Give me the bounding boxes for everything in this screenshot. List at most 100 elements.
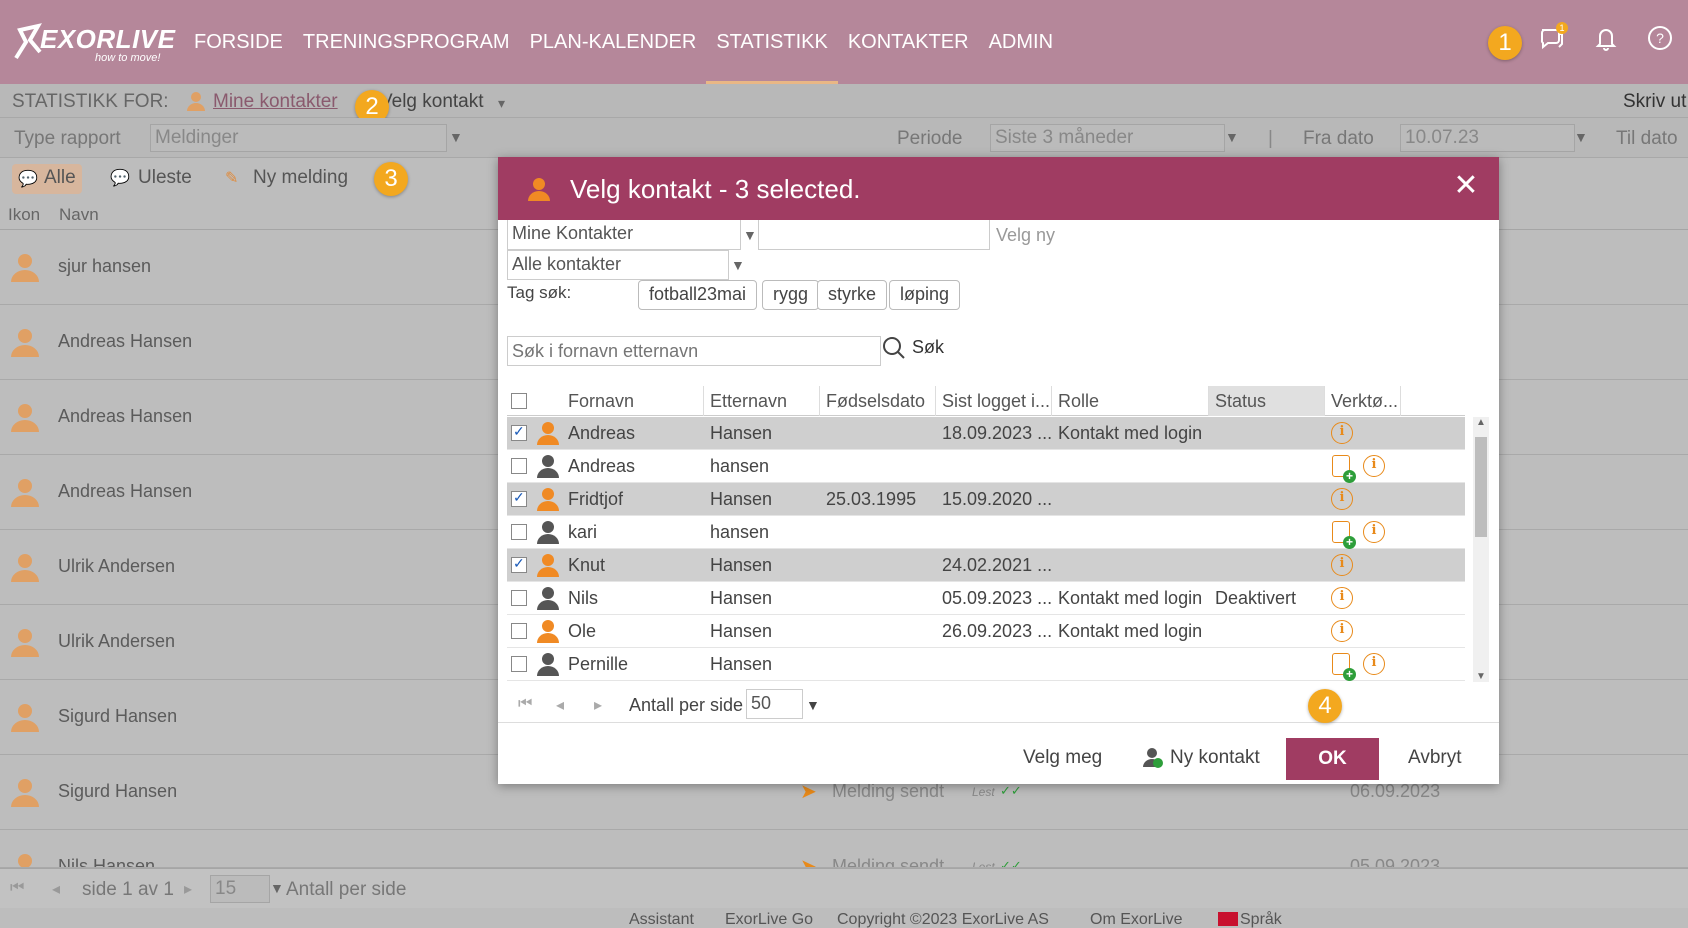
cell-firstname: Andreas xyxy=(568,456,636,476)
row-checkbox[interactable] xyxy=(511,590,527,606)
column-lastname[interactable]: Etternavn xyxy=(704,386,820,416)
row-checkbox[interactable] xyxy=(511,423,527,441)
table-row[interactable]: Andreas Hansen 18.09.2023 ...Kontakt med l… xyxy=(507,417,1465,450)
from-date-input[interactable]: 10.07.23 xyxy=(1400,124,1575,152)
tab-new-message[interactable]: Ny melding xyxy=(253,167,348,189)
next-page-icon[interactable]: ▸ xyxy=(594,695,602,715)
table-row[interactable]: kari hansen i xyxy=(507,516,1465,549)
my-contacts-link[interactable]: Mine kontakter xyxy=(213,91,338,113)
chevron-down-icon[interactable]: ▾ xyxy=(498,95,505,112)
nav-forside[interactable]: FORSIDE xyxy=(184,0,293,84)
bell-icon[interactable] xyxy=(1590,22,1622,54)
close-icon[interactable]: ✕ xyxy=(1451,171,1481,201)
chevron-down-icon[interactable]: ▼ xyxy=(449,129,463,145)
info-icon[interactable]: i xyxy=(1363,653,1385,675)
report-type-select[interactable]: Meldinger xyxy=(150,124,447,152)
grid-scrollbar[interactable]: ▲ ▼ xyxy=(1473,417,1489,682)
select-all-checkbox[interactable] xyxy=(511,393,527,409)
all-contacts-select[interactable]: Alle kontakter xyxy=(507,250,729,280)
exorlive-logo[interactable]: EXORLIVE how to move! xyxy=(10,18,175,70)
prev-page-icon[interactable]: ◂ xyxy=(556,695,564,715)
info-icon[interactable]: i xyxy=(1363,455,1385,477)
first-page-icon[interactable]: ⏮ xyxy=(518,695,532,713)
footer-exorlive-go[interactable]: ExorLive Go xyxy=(725,911,813,928)
info-icon[interactable]: i xyxy=(1363,521,1385,543)
footer-assistant[interactable]: Assistant xyxy=(629,911,694,928)
help-icon[interactable]: ? xyxy=(1644,22,1676,54)
tag-chip[interactable]: løping xyxy=(889,280,961,310)
first-page-icon[interactable]: ⏮ xyxy=(10,879,24,897)
chevron-down-icon[interactable]: ▼ xyxy=(743,227,757,243)
add-program-icon[interactable] xyxy=(1332,455,1356,483)
list-item[interactable]: Nils Hansen ➤ Melding sendt Lest ✓✓ 05.09.202… xyxy=(0,830,1688,868)
nav-statistikk[interactable]: STATISTIKK xyxy=(706,0,838,84)
per-page-input[interactable]: 50 xyxy=(746,689,803,719)
tab-all[interactable]: 💬 Alle xyxy=(12,164,82,194)
chevron-down-icon[interactable]: ▼ xyxy=(806,697,820,713)
add-program-icon[interactable] xyxy=(1332,653,1356,681)
nav-plan-kalender[interactable]: PLAN-KALENDER xyxy=(520,0,707,84)
prev-page-icon[interactable]: ◂ xyxy=(52,879,60,899)
search-icon[interactable] xyxy=(882,336,906,360)
nav-admin[interactable]: ADMIN xyxy=(979,0,1063,84)
table-row[interactable]: Knut Hansen 24.02.2021 ... i xyxy=(507,549,1465,582)
name-search-input[interactable] xyxy=(507,336,881,366)
table-row[interactable]: Nils Hansen 05.09.2023 ... Kontakt med logi… xyxy=(507,582,1465,615)
footer-language[interactable]: Språk xyxy=(1240,911,1282,928)
column-status[interactable]: Status xyxy=(1209,386,1325,416)
table-row[interactable]: Andreas hansen i xyxy=(507,450,1465,483)
info-icon[interactable]: i xyxy=(1331,587,1353,609)
row-checkbox[interactable] xyxy=(511,555,527,573)
contacts-filter-select[interactable]: Mine Kontakter xyxy=(507,220,741,250)
column-tools[interactable]: Verktø... xyxy=(1325,386,1401,416)
chevron-down-icon[interactable]: ▼ xyxy=(270,880,284,896)
tag-chip[interactable]: styrke xyxy=(817,280,888,310)
table-row[interactable]: Fridtjof Hansen 25.03.1995 15.09.2020 ... i xyxy=(507,483,1465,516)
chat-count-badge: 1 xyxy=(1556,22,1568,34)
chevron-down-icon[interactable]: ▼ xyxy=(731,257,745,273)
info-icon[interactable]: i xyxy=(1331,620,1353,642)
contacts-grid: Fornavn Etternavn Fødselsdato Sist logge… xyxy=(507,386,1465,686)
chevron-down-icon[interactable]: ▼ xyxy=(1574,129,1588,145)
scroll-down-icon[interactable]: ▼ xyxy=(1476,671,1486,682)
person-icon xyxy=(18,854,32,867)
row-checkbox[interactable] xyxy=(511,623,527,639)
table-row[interactable]: Ole Hansen 26.09.2023 ... Kontakt med login… xyxy=(507,615,1465,648)
info-icon[interactable]: i xyxy=(1331,422,1353,444)
info-icon[interactable]: i xyxy=(1331,554,1353,576)
column-role[interactable]: Rolle xyxy=(1052,386,1209,416)
per-page-input[interactable]: 15 xyxy=(210,875,270,903)
tag-chip[interactable]: fotball23mai xyxy=(638,280,758,310)
chevron-down-icon[interactable]: ▼ xyxy=(1225,129,1239,145)
new-contact-input[interactable] xyxy=(758,220,990,250)
scroll-thumb[interactable] xyxy=(1475,437,1487,537)
row-checkbox[interactable] xyxy=(511,458,527,474)
chat-icon[interactable]: 1 xyxy=(1536,22,1568,54)
column-birthdate[interactable]: Fødselsdato xyxy=(820,386,936,416)
nav-kontakter[interactable]: KONTAKTER xyxy=(838,0,979,84)
search-button[interactable]: Søk xyxy=(912,337,944,358)
print-button[interactable]: Skriv ut xyxy=(1623,91,1686,113)
scroll-up-icon[interactable]: ▲ xyxy=(1476,417,1486,428)
row-checkbox[interactable] xyxy=(511,524,527,540)
dialog-title: Velg kontakt - 3 selected. xyxy=(570,174,861,204)
next-page-icon[interactable]: ▸ xyxy=(184,879,192,899)
row-checkbox[interactable] xyxy=(511,656,527,672)
column-last-login[interactable]: Sist logget i... xyxy=(936,386,1052,416)
add-program-icon[interactable] xyxy=(1332,521,1356,549)
ok-button[interactable]: OK xyxy=(1286,738,1379,780)
column-firstname[interactable]: Fornavn xyxy=(562,386,704,416)
cell-lastname: Hansen xyxy=(710,621,773,641)
choose-me-button[interactable]: Velg meg xyxy=(1023,747,1102,769)
tab-unread[interactable]: Uleste xyxy=(138,167,192,189)
choose-contact-dropdown[interactable]: Velg kontakt xyxy=(380,91,484,113)
new-contact-button[interactable]: Ny kontakt xyxy=(1170,747,1260,769)
tag-chip[interactable]: rygg xyxy=(762,280,820,310)
nav-treningsprogram[interactable]: TRENINGSPROGRAM xyxy=(293,0,520,84)
period-select[interactable]: Siste 3 måneder xyxy=(990,124,1225,152)
cancel-button[interactable]: Avbryt xyxy=(1408,747,1462,769)
table-row[interactable]: Pernille Hansen i xyxy=(507,648,1465,681)
row-checkbox[interactable] xyxy=(511,489,527,507)
info-icon[interactable]: i xyxy=(1331,488,1353,510)
footer-about[interactable]: Om ExorLive xyxy=(1090,911,1182,928)
